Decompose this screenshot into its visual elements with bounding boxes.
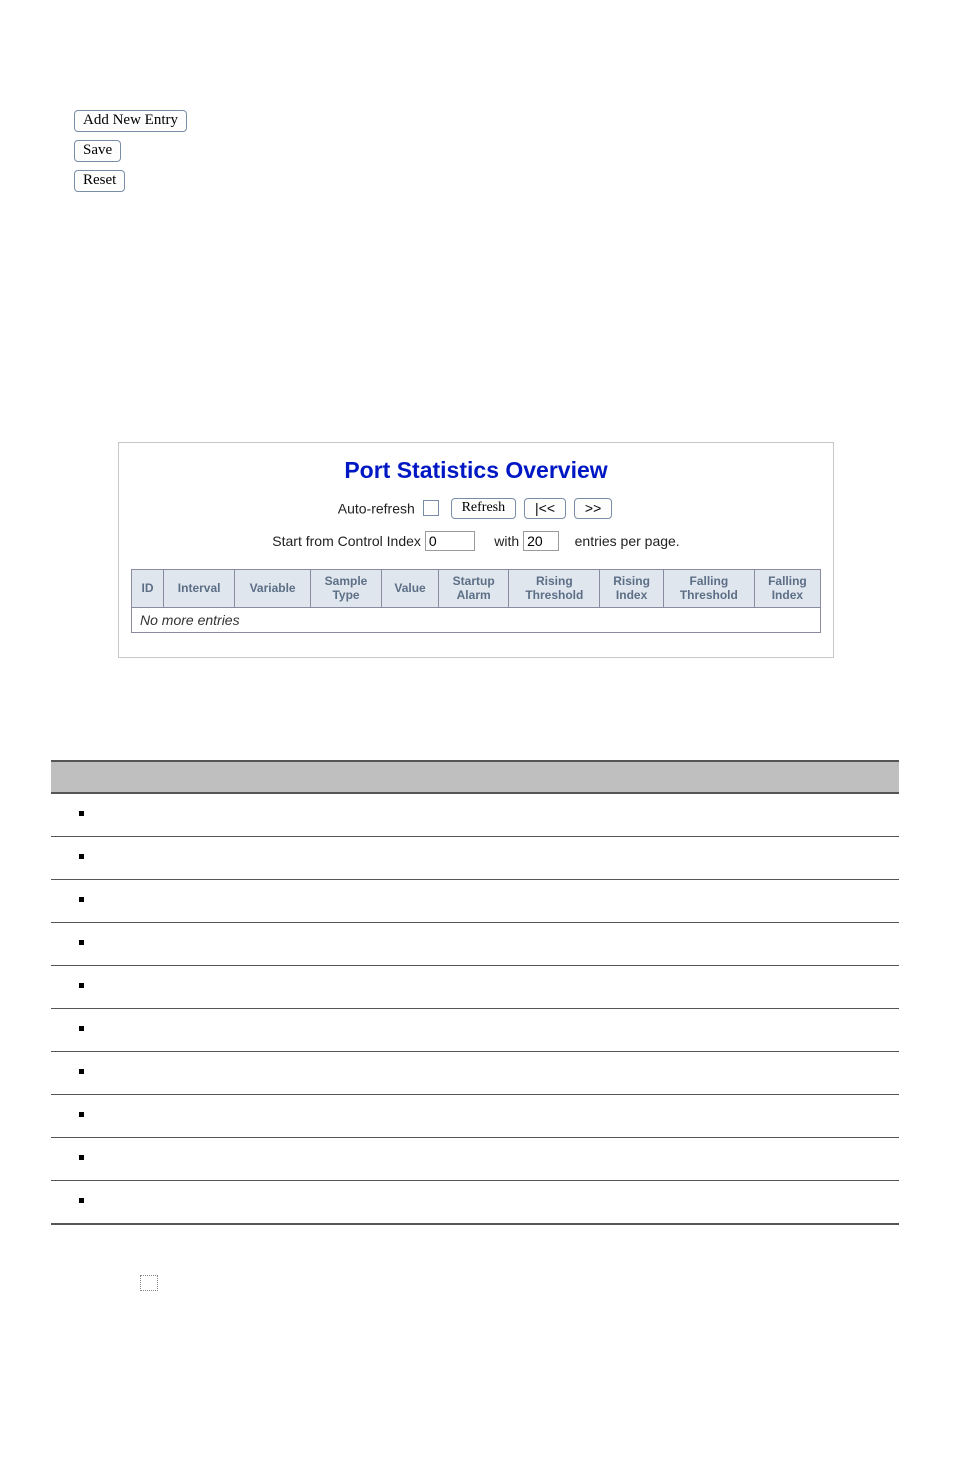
param-bullet-cell bbox=[51, 965, 275, 1008]
reset-button[interactable]: Reset bbox=[74, 170, 125, 192]
param-col-header-right bbox=[275, 761, 899, 793]
col-sample-type: SampleType bbox=[310, 570, 381, 608]
param-row bbox=[51, 922, 899, 965]
auto-refresh-checkbox[interactable] bbox=[423, 500, 439, 516]
bullet-icon bbox=[79, 1112, 84, 1117]
bullet-icon bbox=[79, 983, 84, 988]
param-desc-cell bbox=[275, 922, 899, 965]
entries-per-page-input[interactable] bbox=[523, 531, 559, 551]
param-row bbox=[51, 793, 899, 837]
bullet-icon bbox=[79, 811, 84, 816]
add-new-entry-button[interactable]: Add New Entry bbox=[74, 110, 187, 132]
param-row bbox=[51, 836, 899, 879]
auto-refresh-label: Auto-refresh bbox=[338, 501, 415, 517]
col-interval: Interval bbox=[164, 570, 235, 608]
col-rising-index: RisingIndex bbox=[600, 570, 664, 608]
overview-table: ID Interval Variable SampleType Value St… bbox=[131, 569, 821, 633]
bullet-icon bbox=[79, 1198, 84, 1203]
param-desc-cell bbox=[275, 1051, 899, 1094]
no-more-entries: No more entries bbox=[132, 607, 821, 632]
col-falling-index: FallingIndex bbox=[754, 570, 820, 608]
param-row bbox=[51, 1094, 899, 1137]
param-desc-cell bbox=[275, 1094, 899, 1137]
controls-row-2: Start from Control Index with entries pe… bbox=[131, 531, 821, 551]
save-button[interactable]: Save bbox=[74, 140, 121, 162]
param-col-header-left bbox=[51, 761, 275, 793]
param-desc-cell bbox=[275, 1137, 899, 1180]
param-bullet-cell bbox=[51, 1137, 275, 1180]
param-bullet-cell bbox=[51, 1051, 275, 1094]
col-startup-alarm: StartupAlarm bbox=[438, 570, 508, 608]
checkbox-icon bbox=[140, 1275, 158, 1291]
start-from-label: Start from Control Index bbox=[272, 533, 421, 549]
bullet-icon bbox=[79, 1026, 84, 1031]
param-bullet-cell bbox=[51, 793, 275, 837]
overview-table-header-row: ID Interval Variable SampleType Value St… bbox=[132, 570, 821, 608]
param-row bbox=[51, 1008, 899, 1051]
param-row bbox=[51, 1137, 899, 1180]
bullet-icon bbox=[79, 1069, 84, 1074]
parameter-table bbox=[51, 760, 899, 1225]
param-desc-cell bbox=[275, 965, 899, 1008]
param-desc-cell bbox=[275, 879, 899, 922]
bullet-icon bbox=[79, 897, 84, 902]
panel-title: Port Statistics Overview bbox=[131, 457, 821, 484]
col-id: ID bbox=[132, 570, 164, 608]
param-desc-cell bbox=[275, 1008, 899, 1051]
first-page-button[interactable]: |<< bbox=[524, 498, 566, 519]
param-desc-cell bbox=[275, 1180, 899, 1224]
bullet-icon bbox=[79, 854, 84, 859]
param-desc-cell bbox=[275, 793, 899, 837]
controls-row-1: Auto-refresh Refresh |<< >> bbox=[131, 498, 821, 519]
param-bullet-cell bbox=[51, 836, 275, 879]
bullet-icon bbox=[79, 1155, 84, 1160]
with-label: with bbox=[494, 533, 519, 549]
param-row bbox=[51, 965, 899, 1008]
param-bullet-cell bbox=[51, 922, 275, 965]
next-page-button[interactable]: >> bbox=[574, 498, 612, 519]
param-row bbox=[51, 1180, 899, 1224]
start-from-input[interactable] bbox=[425, 531, 475, 551]
entries-suffix: entries per page. bbox=[575, 533, 680, 549]
param-row bbox=[51, 879, 899, 922]
col-falling-threshold: FallingThreshold bbox=[663, 570, 754, 608]
col-value: Value bbox=[382, 570, 439, 608]
param-bullet-cell bbox=[51, 1180, 275, 1224]
col-rising-threshold: RisingThreshold bbox=[509, 570, 600, 608]
refresh-button[interactable]: Refresh bbox=[451, 498, 517, 519]
param-bullet-cell bbox=[51, 879, 275, 922]
bullet-icon bbox=[79, 940, 84, 945]
param-bullet-cell bbox=[51, 1008, 275, 1051]
param-bullet-cell bbox=[51, 1094, 275, 1137]
port-statistics-overview-panel: Port Statistics Overview Auto-refresh Re… bbox=[118, 442, 834, 658]
param-row bbox=[51, 1051, 899, 1094]
param-desc-cell bbox=[275, 836, 899, 879]
col-variable: Variable bbox=[235, 570, 311, 608]
